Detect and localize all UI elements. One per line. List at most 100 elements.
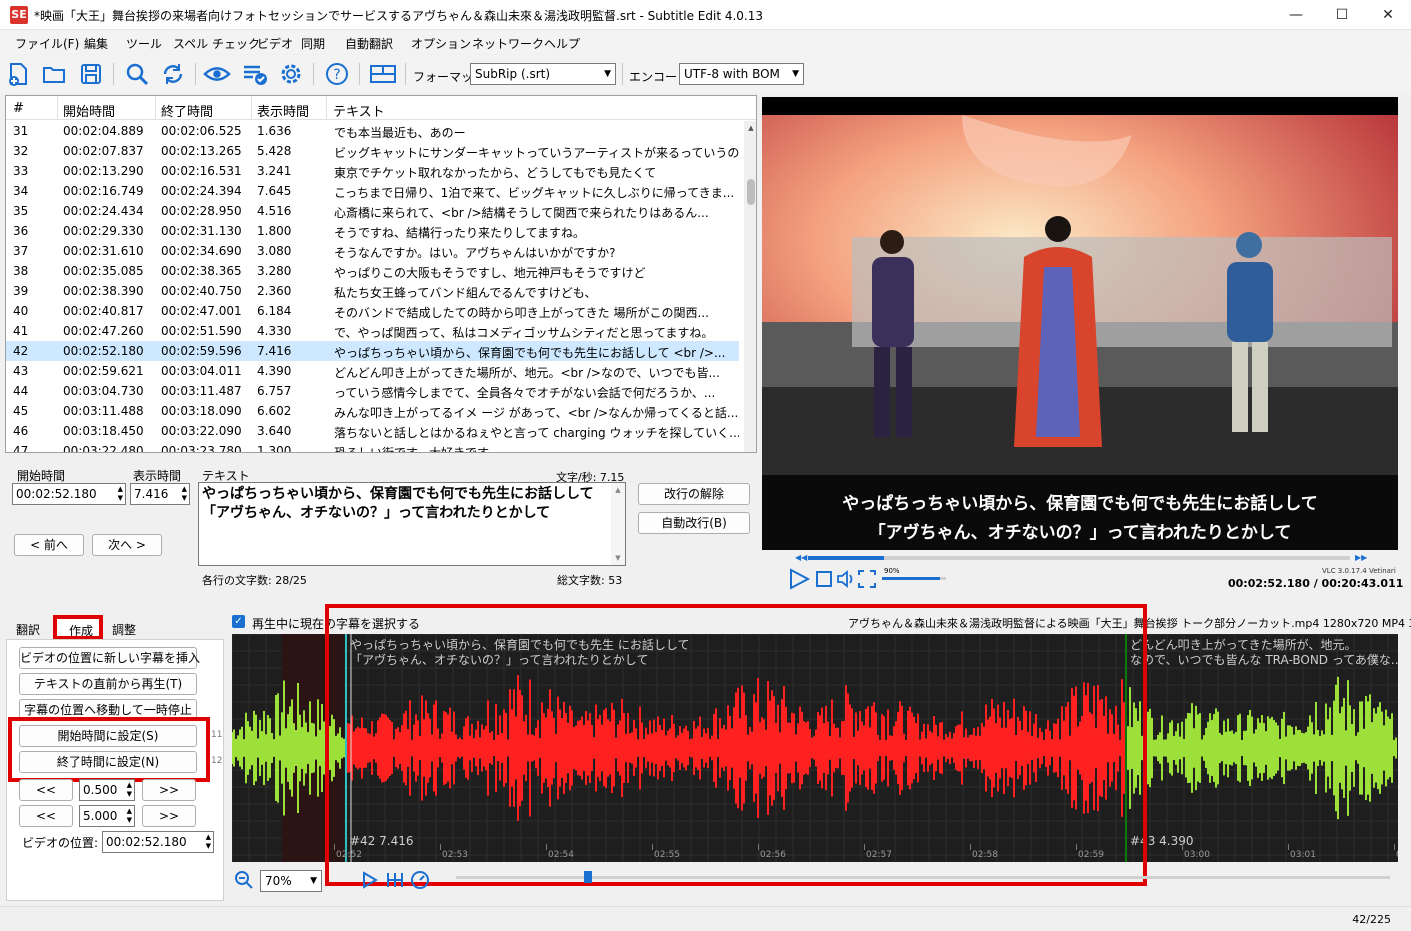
editor-scrollbar[interactable]: ▲ ▼: [611, 483, 625, 565]
table-row[interactable]: 41 00:02:47.260 00:02:51.590 4.330 で、やっぱ関西って…: [6, 321, 739, 341]
spinner-icon[interactable]: ▲ ▼: [127, 781, 132, 799]
table-row[interactable]: 33 00:02:13.290 00:02:16.531 3.241 東京でチケット取れ…: [6, 161, 739, 181]
col-number[interactable]: #: [13, 101, 24, 116]
step-forward-button-2[interactable]: >>: [142, 805, 196, 827]
scene-change-icon[interactable]: [385, 871, 405, 892]
spinner-icon[interactable]: ▲ ▼: [182, 485, 187, 503]
table-row[interactable]: 34 00:02:16.749 00:02:24.394 7.645 こっちまで日帰り、…: [6, 181, 739, 201]
zoom-dropdown[interactable]: 70% ▼: [260, 870, 322, 892]
spell-check-icon[interactable]: [241, 60, 269, 88]
find-icon[interactable]: [123, 60, 151, 88]
step-forward-button-1[interactable]: >>: [142, 779, 196, 801]
table-row[interactable]: 42 00:02:52.180 00:02:59.596 7.416 やっぱちっちゃい頃…: [6, 341, 739, 361]
play-selection-icon[interactable]: [361, 871, 379, 892]
replace-icon[interactable]: [159, 60, 187, 88]
menu-spellcheck[interactable]: スペル チェック: [173, 35, 260, 52]
volume-icon[interactable]: [836, 569, 856, 592]
table-row[interactable]: 38 00:02:35.085 00:02:38.365 3.280 やっぱりこの大阪も…: [6, 261, 739, 281]
table-row[interactable]: 46 00:03:18.450 00:03:22.090 3.640 落ちないと話しとは…: [6, 421, 739, 441]
new-file-icon[interactable]: [4, 60, 32, 88]
menu-video[interactable]: ビデオ: [257, 35, 293, 52]
autobreak-button[interactable]: 自動改行(B): [638, 512, 750, 534]
table-row[interactable]: 40 00:02:40.817 00:02:47.001 6.184 そのバンドで結成し…: [6, 301, 739, 321]
step-back-button-1[interactable]: <<: [19, 779, 73, 801]
spinner-icon[interactable]: ▲ ▼: [206, 833, 211, 851]
waveform-position-slider[interactable]: [456, 876, 1390, 879]
insert-at-video-pos-button[interactable]: ビデオの位置に新しい字幕を挿入: [19, 647, 200, 669]
next-button[interactable]: 次へ >: [92, 534, 162, 556]
table-row[interactable]: 31 00:02:04.889 00:02:06.525 1.636 でも本当最近も、あ…: [6, 121, 739, 141]
visual-sync-icon[interactable]: [203, 60, 231, 88]
fast-forward-icon[interactable]: ▶▶: [1355, 553, 1367, 562]
duration-input[interactable]: 7.416 ▲ ▼: [130, 483, 190, 505]
video-seek-bar[interactable]: [808, 556, 1350, 560]
start-time-input[interactable]: 00:02:52.180 ▲ ▼: [12, 483, 126, 505]
table-row[interactable]: 47 00:03:22.480 00:03:23.780 1.300 恐ろしい街です、大…: [6, 441, 739, 452]
menu-options[interactable]: オプション: [411, 35, 471, 52]
tab-create[interactable]: 作成: [53, 615, 103, 640]
menu-sync[interactable]: 同期: [301, 35, 325, 52]
save-icon[interactable]: [77, 60, 105, 88]
play-from-text-button[interactable]: テキストの直前から再生(T): [19, 673, 197, 695]
tab-translate[interactable]: 翻訳: [16, 621, 40, 638]
close-button[interactable]: ✕: [1365, 0, 1411, 30]
menu-help[interactable]: ヘルプ: [544, 35, 580, 52]
unbreak-button[interactable]: 改行の解除: [638, 483, 750, 505]
table-row[interactable]: 36 00:02:29.330 00:02:31.130 1.800 そうですね、結構行…: [6, 221, 739, 241]
volume-slider[interactable]: [882, 577, 946, 580]
col-duration[interactable]: 表示時間: [257, 101, 309, 120]
scroll-up-icon[interactable]: ▲: [744, 121, 756, 135]
table-row[interactable]: 35 00:02:24.434 00:02:28.950 4.516 心斎橋に来られて、…: [6, 201, 739, 221]
encoding-dropdown[interactable]: UTF-8 with BOM ▼: [679, 63, 804, 85]
zoom-out-icon[interactable]: [234, 870, 254, 893]
play-icon[interactable]: [787, 567, 811, 594]
scroll-down-icon[interactable]: ▼: [611, 551, 625, 565]
table-row[interactable]: 45 00:03:11.488 00:03:18.090 6.602 みんな叩き上がって…: [6, 401, 739, 421]
column-divider[interactable]: [57, 96, 58, 120]
col-text[interactable]: テキスト: [333, 101, 385, 120]
select-current-checkbox[interactable]: ✓: [232, 615, 245, 628]
maximize-button[interactable]: ☐: [1319, 0, 1365, 30]
table-row[interactable]: 44 00:03:04.730 00:03:11.487 6.757 っていう感情今しま…: [6, 381, 739, 401]
table-row[interactable]: 43 00:02:59.621 00:03:04.011 4.390 どんどん叩き上がっ…: [6, 361, 739, 381]
spinner-icon[interactable]: ▲ ▼: [127, 807, 132, 825]
subtitle-text-editor[interactable]: やっぱちっちゃい頃から、保育園でも何でも先生にお話しして 「アヴちゃん、オチない…: [198, 482, 626, 566]
help-icon[interactable]: ?: [323, 60, 351, 88]
layout-icon[interactable]: [369, 60, 397, 88]
format-dropdown[interactable]: SubRip (.srt) ▼: [470, 63, 616, 85]
open-folder-icon[interactable]: [40, 60, 68, 88]
column-divider[interactable]: [251, 96, 252, 120]
menu-network[interactable]: ネットワーク: [472, 35, 544, 52]
spinner-icon[interactable]: ▲ ▼: [118, 485, 123, 503]
list-scrollbar[interactable]: ▲: [744, 121, 756, 452]
menu-tools[interactable]: ツール: [126, 35, 162, 52]
table-row[interactable]: 32 00:02:07.837 00:02:13.265 5.428 ビッグキャットにサ…: [6, 141, 739, 161]
fullscreen-icon[interactable]: [858, 569, 876, 592]
scroll-thumb[interactable]: [747, 179, 755, 205]
menu-edit[interactable]: 編集: [84, 35, 108, 52]
table-row[interactable]: 39 00:02:38.390 00:02:40.750 2.360 私たち女王蜂ってバ…: [6, 281, 739, 301]
stop-icon[interactable]: [815, 570, 833, 591]
minimize-button[interactable]: —: [1273, 0, 1319, 30]
step-back-button-2[interactable]: <<: [19, 805, 73, 827]
waveform-slider-thumb[interactable]: [584, 871, 592, 883]
col-start[interactable]: 開始時間: [63, 101, 115, 120]
settings-icon[interactable]: [277, 60, 305, 88]
menu-autotranslate[interactable]: 自動翻訳: [345, 35, 393, 52]
step-input-1[interactable]: 0.500 ▲ ▼: [79, 779, 135, 801]
video-frame[interactable]: [762, 97, 1398, 550]
rewind-icon[interactable]: ◀◀: [795, 553, 807, 562]
cell-n: 42: [13, 344, 29, 358]
subtitle-list[interactable]: # 開始時間 終了時間 表示時間 テキスト 31 00:02:04.889 00:0…: [5, 95, 757, 453]
column-divider[interactable]: [155, 96, 156, 120]
video-position-input[interactable]: 00:02:52.180 ▲ ▼: [102, 831, 214, 853]
prev-button[interactable]: < 前へ: [14, 534, 84, 556]
table-row[interactable]: 37 00:02:31.610 00:02:34.690 3.080 そうなんですか。は…: [6, 241, 739, 261]
scroll-up-icon[interactable]: ▲: [611, 483, 625, 497]
menu-file[interactable]: ファイル(F): [15, 35, 79, 52]
column-divider[interactable]: [326, 96, 327, 120]
step-input-2[interactable]: 5.000 ▲ ▼: [79, 805, 135, 827]
speed-icon[interactable]: [410, 871, 430, 892]
tab-adjust[interactable]: 調整: [112, 621, 136, 638]
col-end[interactable]: 終了時間: [161, 101, 213, 120]
